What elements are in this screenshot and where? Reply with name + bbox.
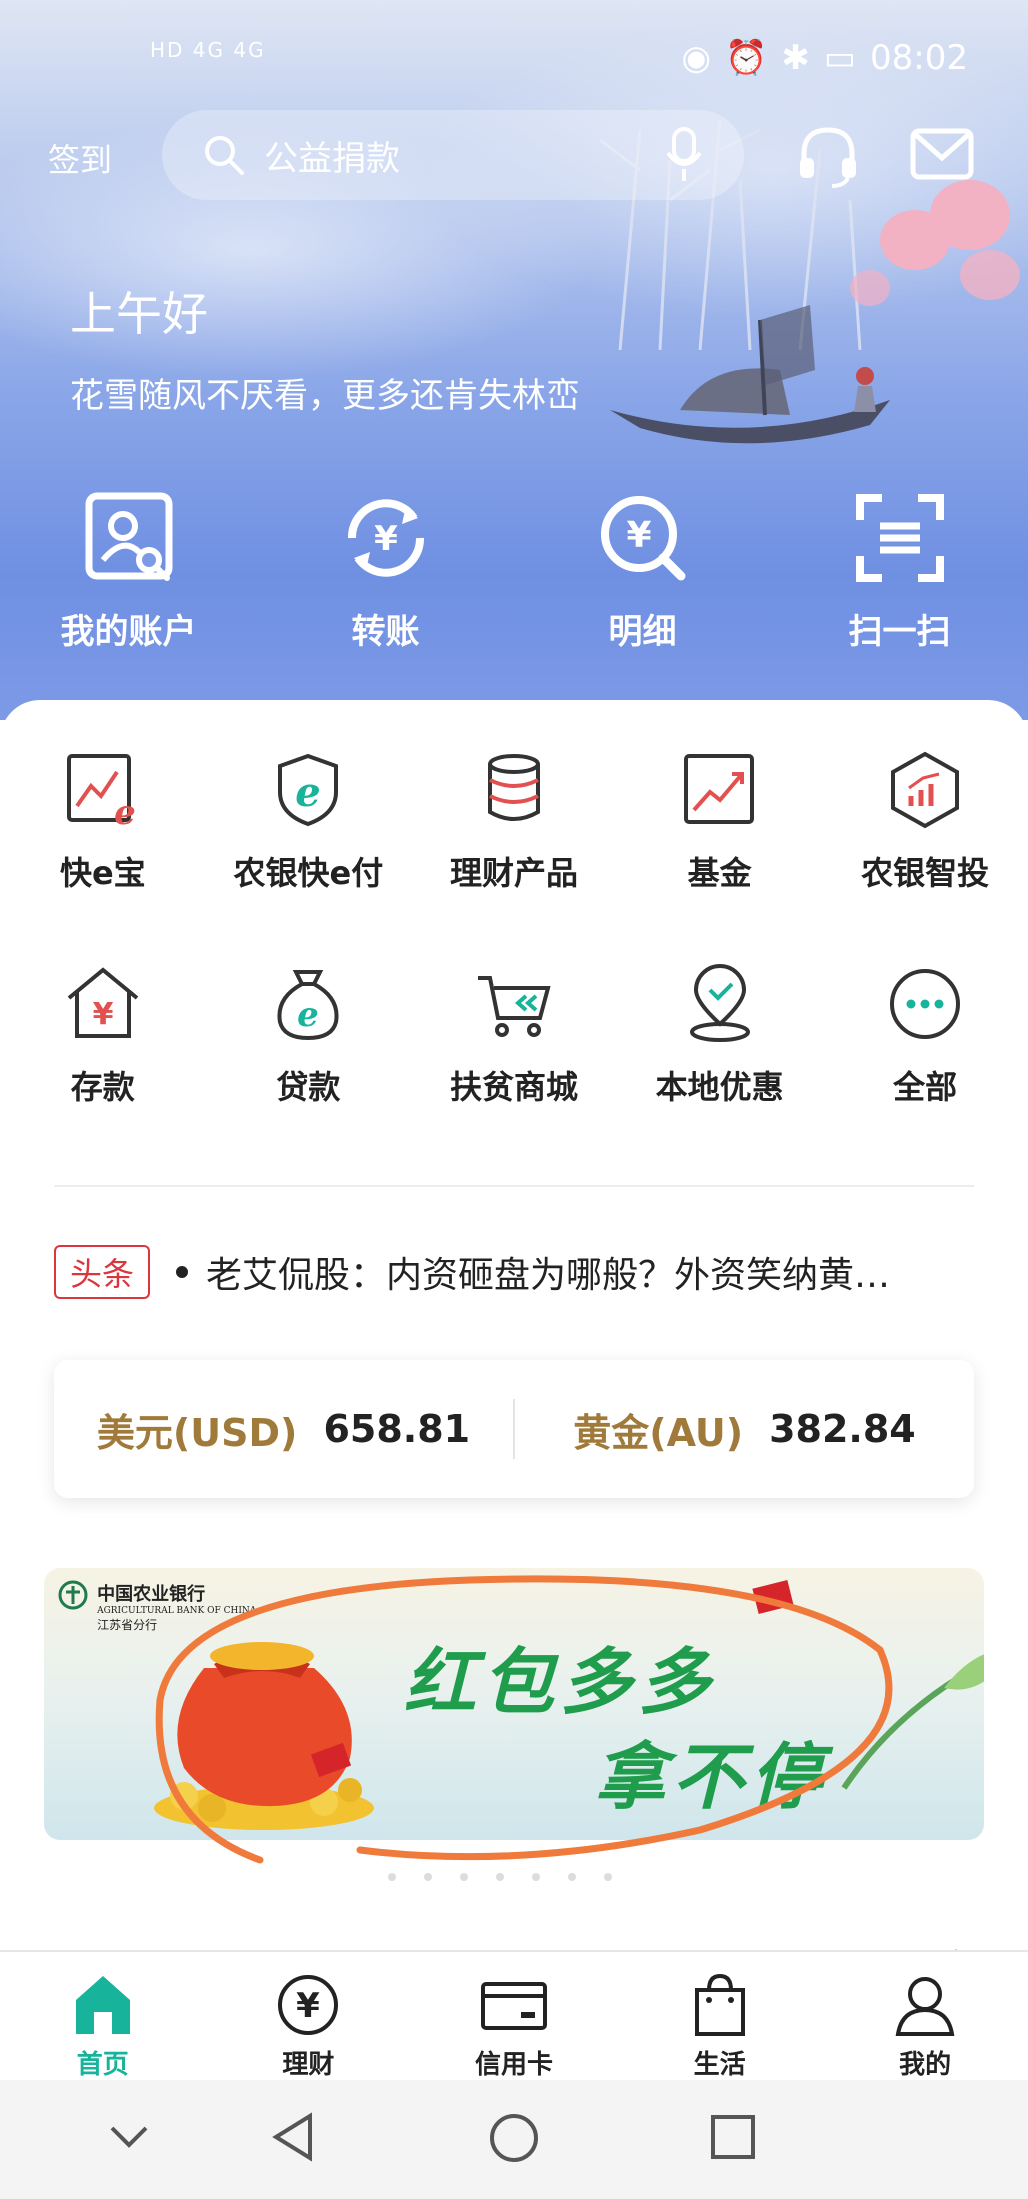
abc-logo-icon — [58, 1580, 88, 1610]
fund-chart-icon — [683, 754, 754, 824]
main-card: e 快e宝 e 农银快e付 理财产品 基金 农银智投 ¥ 存款 e 贷款 扶贫商… — [0, 700, 1028, 1972]
customer-service-headset-icon[interactable] — [796, 124, 860, 188]
service-wealth-products[interactable]: 理财产品 — [411, 750, 617, 894]
service-grid: e 快e宝 e 农银快e付 理财产品 基金 农银智投 ¥ 存款 e 贷款 扶贫商… — [0, 750, 1028, 1108]
tab-credit-card[interactable]: 信用卡 — [411, 1952, 617, 2082]
service-loan[interactable]: e 贷款 — [206, 964, 412, 1108]
service-kuai-e-bao[interactable]: e 快e宝 — [0, 750, 206, 894]
quick-action-transfer[interactable]: ¥ 转账 — [257, 490, 514, 653]
service-all[interactable]: 全部 — [822, 964, 1028, 1108]
account-search-icon — [85, 492, 172, 581]
shopping-cart-icon — [477, 976, 551, 1037]
divider — [54, 1185, 974, 1187]
exchange-rate-card[interactable]: 美元(USD) 658.81 黄金(AU) 382.84 — [54, 1360, 974, 1498]
bullet — [176, 1266, 189, 1278]
headline-news[interactable]: 头条 老艾侃股：内资砸盘为哪般？外资笑纳黄… — [54, 1242, 974, 1302]
service-deposit[interactable]: ¥ 存款 — [0, 964, 206, 1108]
signin-button[interactable]: 签到 — [48, 135, 112, 181]
search-bar[interactable]: 公益捐款 — [162, 110, 744, 200]
recent-apps-icon[interactable] — [708, 2112, 758, 2162]
svg-text:¥: ¥ — [374, 519, 398, 559]
svg-text:¥: ¥ — [626, 515, 651, 556]
svg-text:e: e — [114, 793, 136, 830]
headline-text[interactable]: 老艾侃股：内资砸盘为哪般？外资笑纳黄… — [206, 1246, 926, 1298]
service-poverty-mall[interactable]: 扶贫商城 — [411, 964, 617, 1108]
mail-icon[interactable] — [910, 128, 974, 184]
battery-icon: ▭ — [823, 38, 857, 78]
quick-action-scan[interactable]: 扫一扫 — [771, 490, 1028, 653]
quick-actions: 我的账户 ¥ 转账 ¥ 明细 扫一扫 — [0, 490, 1028, 653]
location-pin-icon — [689, 964, 750, 1042]
microphone-icon[interactable] — [664, 127, 704, 183]
more-icon — [890, 969, 961, 1039]
rate-gold[interactable]: 黄金(AU) 382.84 — [515, 1402, 974, 1457]
search-icon — [205, 136, 244, 175]
yuan-icon: ¥ — [278, 1975, 339, 2035]
person-icon — [895, 1977, 955, 2036]
coin-stack-icon — [487, 754, 540, 821]
bluetooth-icon: ✱ — [781, 38, 810, 78]
greeting: 上午好 — [70, 287, 208, 341]
home-circle-icon[interactable] — [488, 2112, 540, 2164]
quick-action-my-account[interactable]: 我的账户 — [0, 490, 257, 653]
tab-life[interactable]: 生活 — [617, 1952, 823, 2082]
home-icon — [75, 1976, 130, 2034]
status-bar: HD 4G 4G ◉ ⏰ ✱ ▭ 08:02 — [0, 0, 1028, 120]
service-smart-invest[interactable]: 农银智投 — [822, 750, 1028, 894]
search-placeholder: 公益捐款 — [264, 138, 400, 179]
scan-icon — [855, 494, 944, 582]
tab-home[interactable]: 首页 — [0, 1952, 206, 2082]
detail-icon: ¥ — [600, 496, 685, 581]
banner-pagination — [388, 1873, 612, 1881]
tab-wealth[interactable]: ¥ 理财 — [206, 1952, 412, 2082]
kuai-e-bao-icon: e — [66, 754, 136, 830]
svg-text:¥: ¥ — [92, 997, 113, 1032]
service-local-offers[interactable]: 本地优惠 — [617, 964, 823, 1108]
highlight-oval — [155, 1575, 893, 1864]
loan-bag-icon: e — [277, 970, 339, 1041]
e-pay-shield-icon: e — [278, 753, 339, 827]
shopping-bag-icon — [694, 1973, 745, 2036]
system-navigation-bar — [0, 2080, 1028, 2199]
back-icon[interactable] — [270, 2112, 320, 2162]
bottom-tab-bar: 首页 ¥ 理财 信用卡 生活 我的 — [0, 1950, 1028, 2082]
svg-text:e: e — [298, 995, 320, 1035]
svg-text:e: e — [296, 769, 321, 816]
deposit-house-icon: ¥ — [67, 967, 139, 1038]
boat-illustration — [610, 305, 890, 444]
rate-usd[interactable]: 美元(USD) 658.81 — [54, 1402, 513, 1457]
transfer-icon: ¥ — [347, 499, 424, 577]
smart-invest-icon — [891, 751, 960, 829]
signal-indicators: HD 4G 4G — [150, 38, 266, 62]
greeting-poem: 花雪随风不厌看，更多还肯失林峦 — [70, 376, 580, 416]
svg-text:¥: ¥ — [297, 1986, 321, 2026]
tab-mine[interactable]: 我的 — [822, 1952, 1028, 2082]
headline-badge: 头条 — [54, 1245, 151, 1299]
service-e-pay[interactable]: e 农银快e付 — [206, 750, 412, 894]
service-fund[interactable]: 基金 — [617, 750, 823, 894]
quick-action-details[interactable]: ¥ 明细 — [514, 490, 771, 653]
alarm-icon: ⏰ — [725, 38, 768, 78]
chevron-down-icon[interactable] — [104, 2112, 154, 2162]
clock: 08:02 — [870, 38, 968, 78]
credit-card-icon — [480, 1982, 547, 2030]
eye-icon: ◉ — [681, 38, 712, 78]
hero-banner: HD 4G 4G ◉ ⏰ ✱ ▭ 08:02 签到 公益捐款 上午好 花雪随风不… — [0, 0, 1028, 720]
